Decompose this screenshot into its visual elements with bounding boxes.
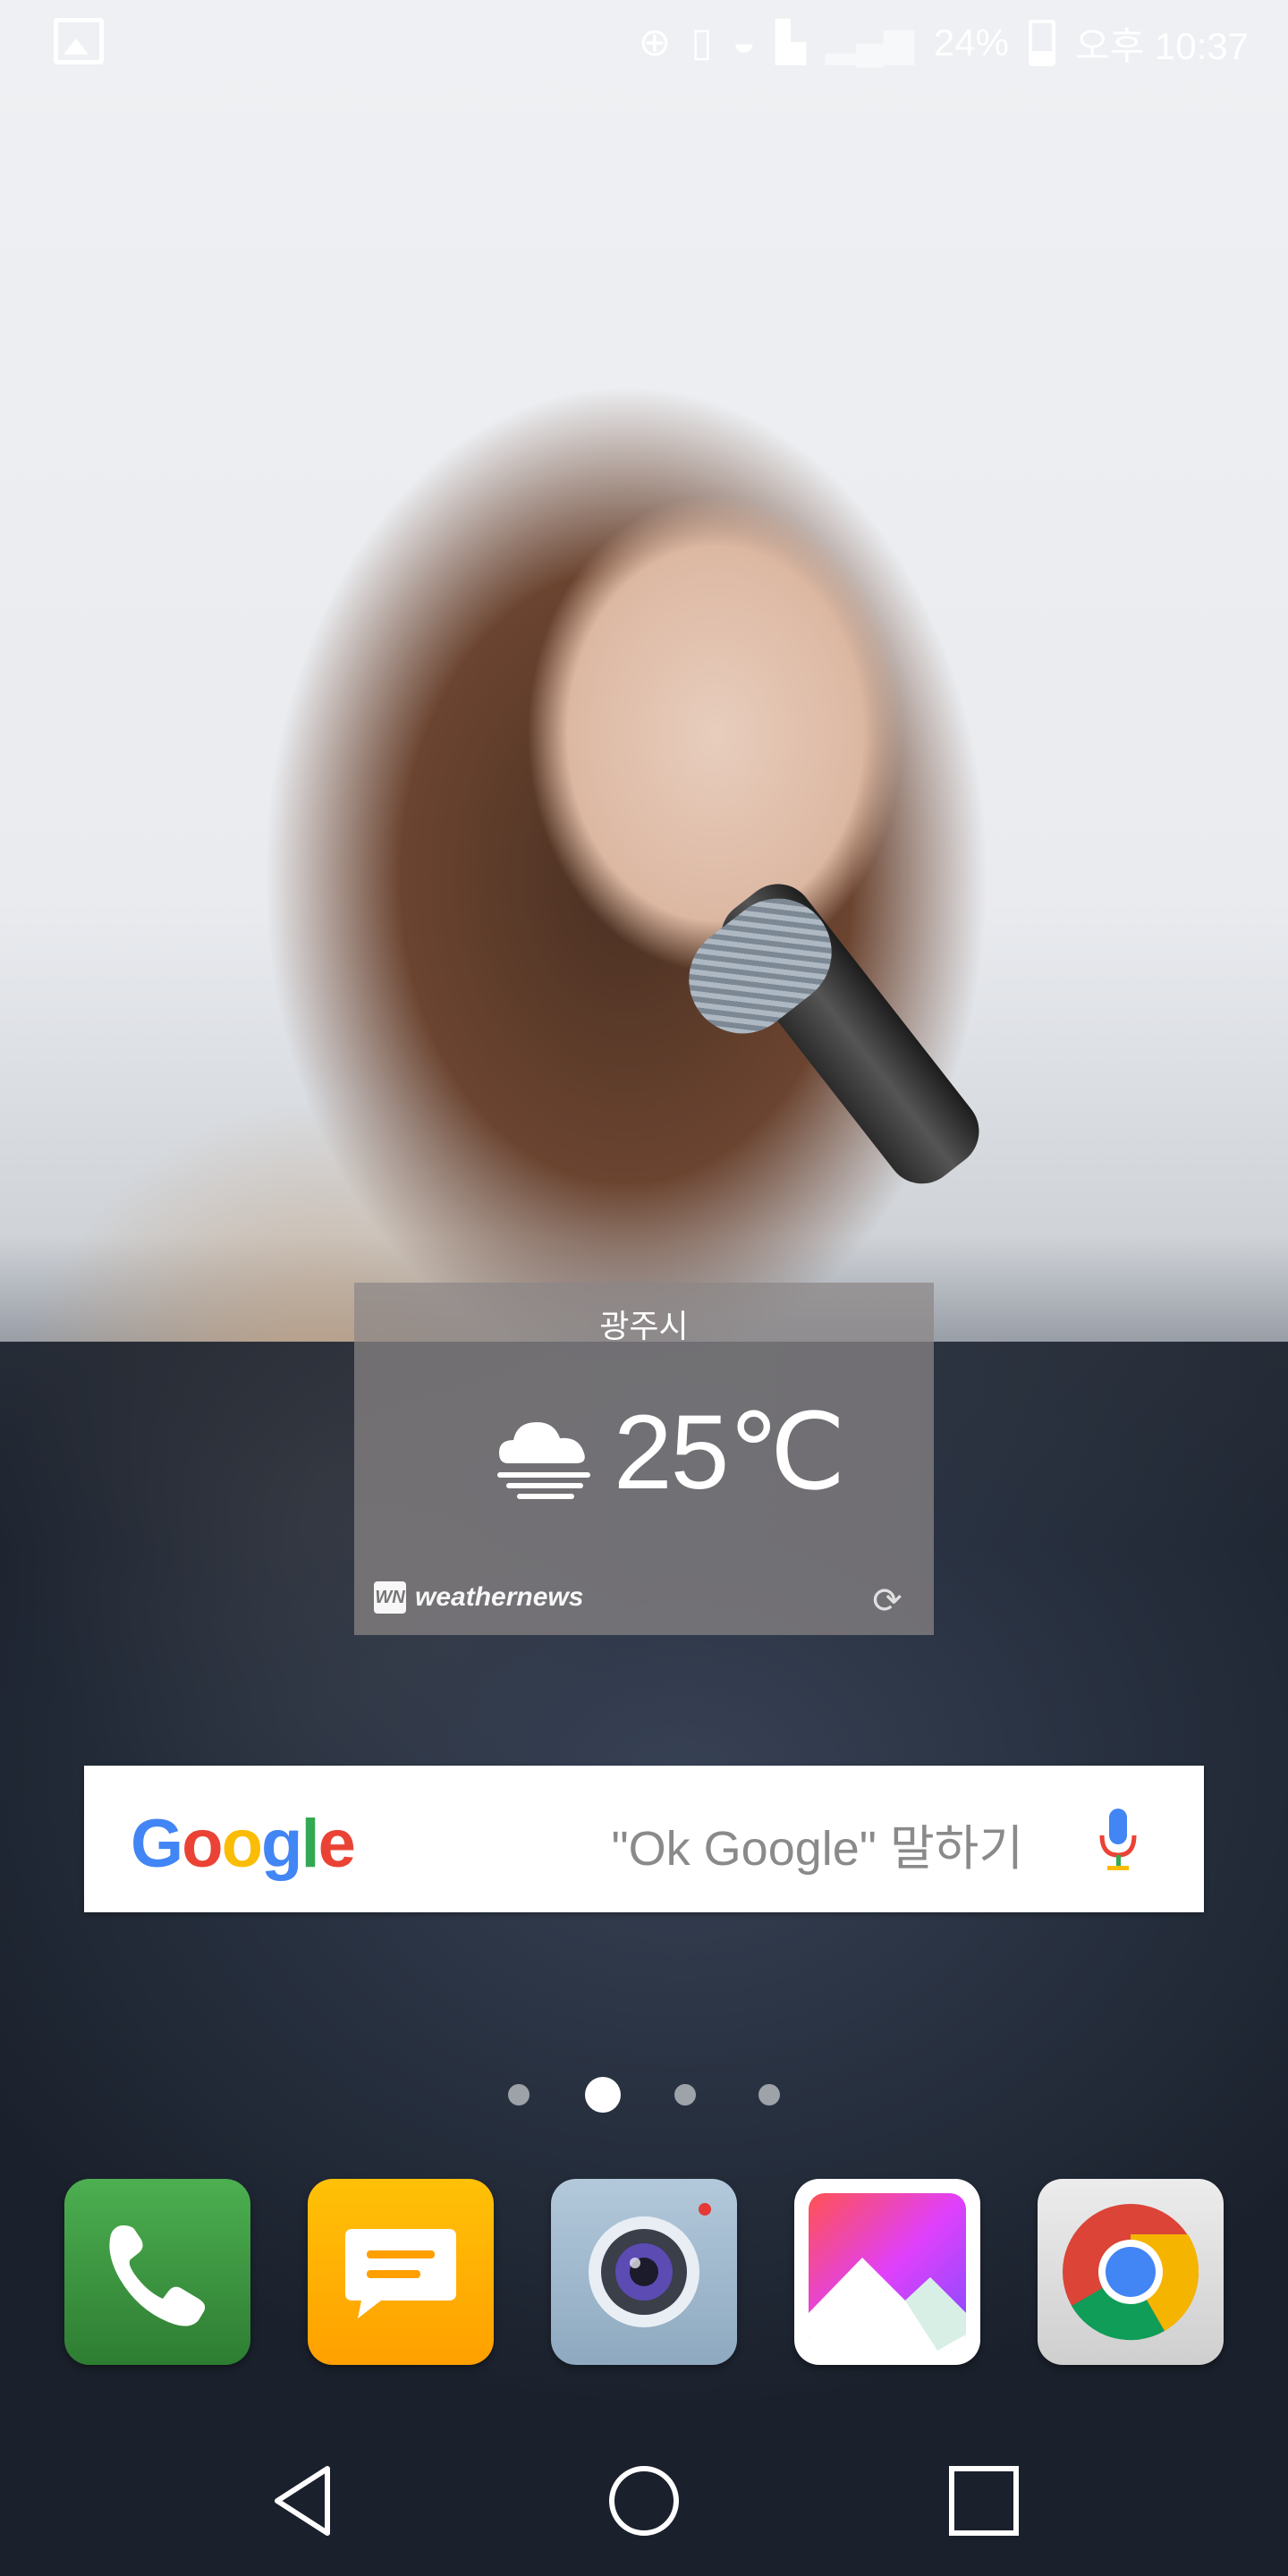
chrome-icon — [1063, 2204, 1199, 2341]
google-logo-letter: o — [221, 1806, 263, 1882]
weathernews-mark: WN — [374, 1581, 406, 1614]
cloud-fog-icon — [497, 1422, 590, 1499]
weathernews-logo: WN weathernews — [374, 1581, 583, 1614]
recents-icon[interactable] — [939, 2456, 1029, 2546]
camera-icon — [589, 2203, 711, 2327]
google-logo-letter: g — [261, 1806, 302, 1882]
page-dot-active[interactable] — [585, 2077, 621, 2113]
signal-icon: ▂▄▆ — [826, 21, 914, 64]
status-icons: ⊕ ▯ ◒ ▙ ▂▄▆ 24% 오후 10:37 — [638, 14, 1249, 72]
camera-app[interactable] — [551, 2179, 737, 2365]
back-icon[interactable] — [259, 2456, 349, 2546]
app-dock — [0, 2179, 1288, 2367]
gallery-app[interactable] — [794, 2179, 980, 2365]
clock: 오후 10:37 — [1074, 24, 1249, 67]
refresh-icon[interactable]: ⟳ — [869, 1583, 905, 1619]
battery-icon — [1028, 20, 1055, 66]
data-saver-icon: ⊕ — [638, 21, 672, 64]
google-logo-letter: G — [131, 1806, 183, 1882]
weather-temperature: 25℃ — [614, 1394, 846, 1512]
status-bar[interactable]: ⊕ ▯ ◒ ▙ ▂▄▆ 24% 오후 10:37 — [0, 0, 1288, 86]
google-search-bar[interactable]: Google "Ok Google" 말하기 — [84, 1766, 1204, 1912]
wifi-locked-icon: ◒ — [732, 21, 757, 64]
gallery-icon — [809, 2193, 966, 2351]
phone-icon — [109, 2225, 206, 2326]
chrome-app[interactable] — [1038, 2179, 1224, 2365]
messages-app[interactable] — [308, 2179, 494, 2365]
sim-off-icon: ▙ — [775, 21, 807, 64]
page-dot[interactable] — [508, 2084, 530, 2106]
google-logo: Google — [131, 1805, 356, 1883]
phone-app[interactable] — [64, 2179, 250, 2365]
home-icon[interactable] — [599, 2456, 689, 2546]
page-dot[interactable] — [758, 2084, 780, 2106]
page-indicator[interactable] — [0, 2073, 1288, 2113]
battery-percent: 24% — [933, 21, 1009, 64]
weather-city: 광주시 — [599, 1308, 689, 1344]
vibrate-icon: ▯ — [691, 21, 713, 64]
google-logo-letter: l — [301, 1806, 319, 1882]
page-dot[interactable] — [674, 2084, 696, 2106]
weathernews-label: weathernews — [415, 1582, 584, 1612]
google-logo-letter: e — [318, 1806, 356, 1882]
gallery-notification-icon — [54, 18, 104, 64]
weather-widget[interactable]: 광주시 25℃ WN weathernews ⟳ — [354, 1283, 934, 1635]
search-hint: "Ok Google" 말하기 — [611, 1822, 1023, 1876]
message-icon — [345, 2229, 456, 2318]
google-logo-letter: o — [182, 1806, 223, 1882]
mic-icon[interactable] — [1095, 1805, 1141, 1877]
navigation-bar — [0, 2433, 1288, 2576]
